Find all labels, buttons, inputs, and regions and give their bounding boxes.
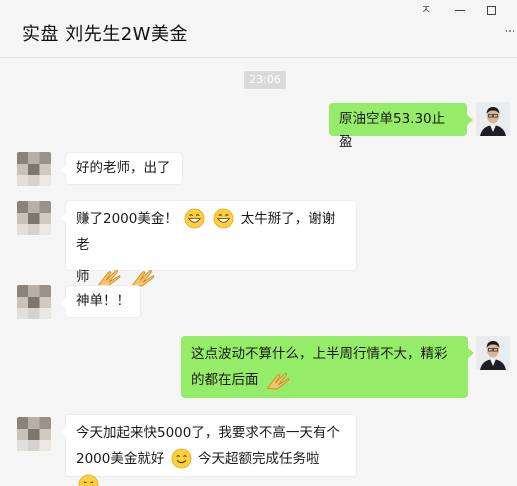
message-bubble-incoming[interactable]: 神单！！: [60, 285, 141, 318]
message-text: 好的老师，出了: [76, 160, 171, 176]
message-text: 原油空单53.30止盈: [339, 111, 446, 150]
minimize-icon[interactable]: [451, 2, 469, 18]
message-bubble-incoming[interactable]: 今天加起来快5000了，我要求不高一天有个 2000美金就好 今天超额完成任务啦: [60, 414, 357, 486]
message-bubble-outgoing[interactable]: 原油空单53.30止盈: [329, 103, 473, 150]
message-text: 2000美金就好: [76, 451, 165, 467]
self-avatar[interactable]: [476, 336, 510, 370]
clap-emoji-icon: [131, 269, 155, 286]
clap-emoji-icon: [97, 269, 121, 286]
message-timestamp: 23:06: [244, 71, 286, 89]
contact-avatar[interactable]: [17, 201, 51, 235]
message-text: 这点波动不算什么，上半周行情不大，精彩: [191, 346, 448, 362]
contact-avatar[interactable]: [17, 285, 51, 319]
maximize-icon[interactable]: [482, 2, 500, 18]
message-text: 赚了2000美金！: [76, 211, 178, 227]
message-text: 神单！！: [76, 293, 130, 309]
message-bubble-outgoing[interactable]: 这点波动不算什么，上半周行情不大，精彩 的都在后面: [181, 336, 474, 398]
message-bubble-incoming[interactable]: 好的老师，出了: [60, 152, 183, 185]
grin-emoji-icon: [214, 208, 234, 228]
message-text: 的都在后面: [191, 372, 259, 388]
contact-avatar[interactable]: [17, 417, 51, 451]
tongue-emoji-icon: [78, 474, 99, 486]
chat-title: 实盘 刘先生2W美金: [22, 24, 188, 45]
message-text: 今天超额完成任务啦: [197, 451, 320, 467]
pin-icon[interactable]: ㅈ: [417, 2, 435, 18]
message-text: 今天加起来快5000了，我要求不高一天有个: [76, 425, 340, 441]
contact-avatar[interactable]: [17, 152, 51, 186]
clap-emoji-icon: [266, 372, 290, 389]
chat-window: 实盘 刘先生2W美金 ㅈ 23:06 原油空单53.30止盈 好的老师，出了 赚…: [0, 0, 517, 486]
grin-emoji-icon: [184, 208, 205, 228]
smile-emoji-icon: [171, 448, 192, 468]
message-text: 师: [76, 269, 90, 285]
self-avatar[interactable]: [476, 102, 510, 136]
more-options-icon[interactable]: [506, 24, 514, 38]
title-bar: 实盘 刘先生2W美金 ㅈ: [0, 0, 517, 58]
message-bubble-incoming[interactable]: 赚了2000美金！ 太牛掰了，谢谢老 师: [60, 200, 357, 286]
